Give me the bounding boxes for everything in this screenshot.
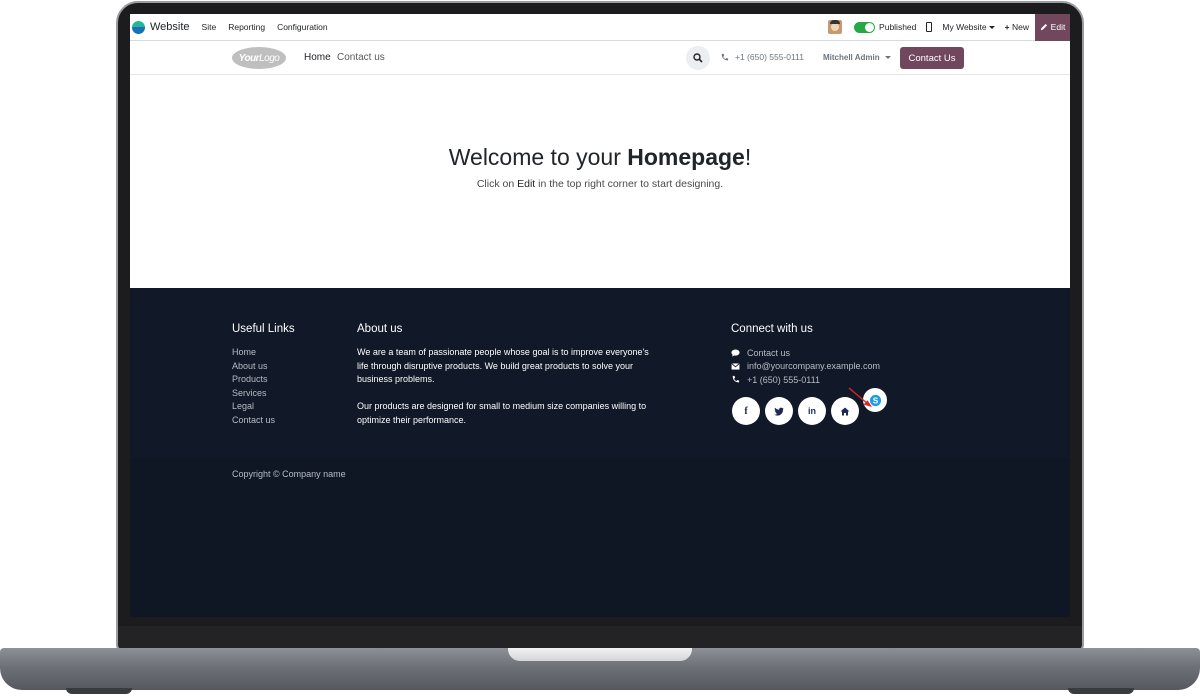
main-content: Welcome to your Homepage! Click on Edit … bbox=[130, 76, 1070, 288]
about-paragraph-1: We are a team of passionate people whose… bbox=[357, 347, 649, 384]
odoo-topbar: Website Site Reporting Configuration Pub… bbox=[130, 14, 1070, 41]
connect-list: Contact us info@yourcompany.example.com … bbox=[731, 346, 880, 387]
published-toggle[interactable] bbox=[854, 21, 876, 33]
logo-text: Logo bbox=[259, 52, 280, 64]
linkedin-button[interactable]: in bbox=[798, 397, 826, 425]
hero-title-prefix: Welcome to your bbox=[448, 144, 628, 170]
new-button[interactable]: + New bbox=[1005, 22, 1029, 32]
phone-icon bbox=[731, 375, 740, 384]
footer-link-legal[interactable]: Legal bbox=[232, 401, 275, 415]
twitter-icon bbox=[774, 407, 784, 416]
copyright-text: Copyright © Company name bbox=[232, 469, 346, 479]
footer-link-contact-us[interactable]: Contact us bbox=[232, 415, 275, 429]
plus-icon: + bbox=[1004, 22, 1010, 32]
hero-subtitle: Click on Edit in the top right corner to… bbox=[130, 178, 1070, 190]
hero-title-bold: Homepage bbox=[627, 144, 745, 170]
footer-link-products[interactable]: Products bbox=[232, 374, 275, 388]
about-text: We are a team of passionate people whose… bbox=[357, 346, 657, 427]
caret-down-icon bbox=[884, 56, 891, 60]
envelope-icon bbox=[731, 362, 740, 371]
facebook-icon: f bbox=[744, 405, 748, 417]
connect-phone-row[interactable]: +1 (650) 555-0111 bbox=[731, 373, 880, 387]
screen: Website Site Reporting Configuration Pub… bbox=[130, 14, 1070, 617]
header-phone-text: +1 (650) 555-0111 bbox=[735, 52, 804, 62]
twitter-button[interactable] bbox=[765, 397, 793, 425]
hero-title-suffix: ! bbox=[744, 144, 752, 170]
new-label: New bbox=[1011, 22, 1029, 32]
edit-button[interactable]: Edit bbox=[1035, 14, 1070, 41]
useful-links-title: Useful Links bbox=[232, 323, 295, 335]
phone-icon bbox=[721, 53, 729, 60]
useful-links-list: Home About us Products Services Legal Co… bbox=[232, 347, 275, 428]
mobile-preview-icon[interactable] bbox=[926, 22, 933, 32]
user-name: Mitchell Admin bbox=[823, 53, 880, 62]
search-button[interactable] bbox=[686, 46, 710, 70]
my-website-label: My Website bbox=[942, 22, 987, 32]
linkedin-icon: in bbox=[808, 406, 816, 416]
footer-link-services[interactable]: Services bbox=[232, 388, 275, 402]
my-website-dropdown[interactable]: My Website bbox=[942, 22, 995, 32]
site-header: Your Logo Home Contact us +1 (650) 555-01… bbox=[130, 41, 1070, 75]
connect-title: Connect with us bbox=[731, 323, 813, 335]
user-menu[interactable]: Mitchell Admin bbox=[823, 53, 891, 62]
app-name[interactable]: Website bbox=[150, 21, 190, 33]
footer-link-home[interactable]: Home bbox=[232, 347, 275, 361]
contact-us-button[interactable]: Contact Us bbox=[900, 47, 964, 69]
header-phone[interactable]: +1 (650) 555-0111 bbox=[720, 52, 804, 62]
laptop-bezel bbox=[118, 626, 1082, 648]
nav-home[interactable]: Home bbox=[304, 52, 331, 63]
logo-bold: Your bbox=[238, 52, 260, 64]
menu-site[interactable]: Site bbox=[202, 22, 217, 32]
user-avatar[interactable] bbox=[828, 20, 843, 34]
connect-email-row[interactable]: info@yourcompany.example.com bbox=[731, 360, 880, 374]
menu-reporting[interactable]: Reporting bbox=[228, 22, 265, 32]
about-title: About us bbox=[357, 323, 403, 335]
about-paragraph-2: Our products are designed for small to m… bbox=[357, 401, 647, 425]
site-logo[interactable]: Your Logo bbox=[232, 47, 286, 69]
connect-email-text: info@yourcompany.example.com bbox=[747, 361, 881, 372]
caret-down-icon bbox=[988, 26, 995, 30]
connect-phone-text: +1 (650) 555-0111 bbox=[747, 374, 820, 385]
facebook-button[interactable]: f bbox=[732, 397, 760, 425]
hero-sub-suffix: in the top right corner to start designi… bbox=[535, 178, 724, 190]
search-icon bbox=[693, 53, 703, 63]
footer-link-about-us[interactable]: About us bbox=[232, 361, 275, 375]
copyright-area: Copyright © Company name bbox=[130, 458, 1070, 617]
hero-sub-prefix: Click on bbox=[476, 178, 518, 190]
laptop-notch bbox=[508, 648, 692, 661]
comment-icon bbox=[731, 348, 740, 357]
hero-sub-bold: Edit bbox=[517, 178, 536, 190]
pencil-icon bbox=[1040, 23, 1047, 31]
published-label: Published bbox=[879, 22, 917, 32]
connect-contact-row[interactable]: Contact us bbox=[731, 346, 880, 360]
laptop-foot-right bbox=[1068, 688, 1134, 694]
laptop-foot-left bbox=[66, 688, 132, 694]
arrow-indicator-icon bbox=[848, 387, 872, 407]
footer: Useful Links Home About us Products Serv… bbox=[130, 288, 1070, 458]
connect-contact-text: Contact us bbox=[747, 347, 791, 358]
hero-title: Welcome to your Homepage! bbox=[130, 144, 1070, 171]
nav-contact-us[interactable]: Contact us bbox=[337, 52, 385, 63]
website-app-icon[interactable] bbox=[132, 20, 145, 34]
menu-configuration[interactable]: Configuration bbox=[277, 22, 328, 32]
edit-label: Edit bbox=[1050, 22, 1066, 32]
